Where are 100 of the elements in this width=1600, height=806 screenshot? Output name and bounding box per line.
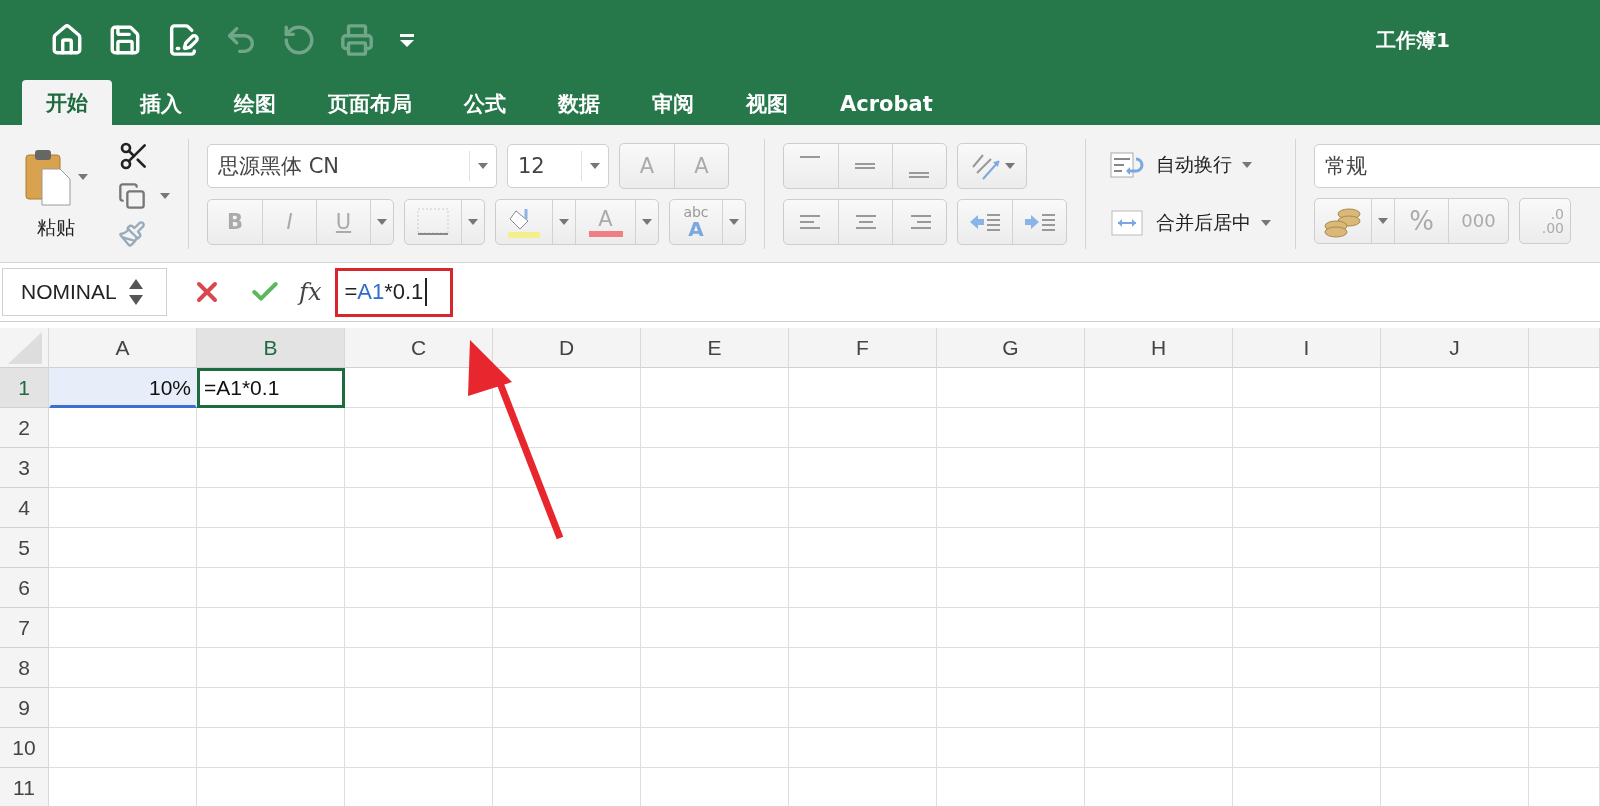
row-header[interactable]: 5: [0, 528, 49, 568]
caret-icon[interactable]: [1261, 219, 1271, 226]
cell[interactable]: [1085, 408, 1233, 448]
column-header[interactable]: J: [1381, 328, 1529, 368]
cell[interactable]: [197, 728, 345, 768]
cell[interactable]: [197, 648, 345, 688]
row-header[interactable]: 11: [0, 768, 49, 806]
cell[interactable]: [789, 448, 937, 488]
cell[interactable]: [1381, 488, 1529, 528]
cell[interactable]: [1529, 488, 1600, 528]
active-cell[interactable]: =A1*0.1: [197, 368, 345, 408]
ribbon-tab[interactable]: 插入: [116, 83, 206, 125]
cell[interactable]: [1529, 688, 1600, 728]
cell[interactable]: [49, 528, 197, 568]
cell[interactable]: [789, 728, 937, 768]
cell[interactable]: [789, 488, 937, 528]
cell[interactable]: [345, 728, 493, 768]
cell[interactable]: [937, 648, 1085, 688]
cell[interactable]: [345, 648, 493, 688]
cell[interactable]: [937, 568, 1085, 608]
cell[interactable]: [789, 528, 937, 568]
cell[interactable]: [1381, 408, 1529, 448]
cell[interactable]: [1085, 528, 1233, 568]
row-header[interactable]: 8: [0, 648, 49, 688]
select-all-corner[interactable]: [0, 328, 49, 368]
cell[interactable]: [641, 448, 789, 488]
cell[interactable]: [1529, 408, 1600, 448]
cell[interactable]: [197, 488, 345, 528]
cell[interactable]: [345, 608, 493, 648]
ribbon-tab[interactable]: 开始: [22, 80, 112, 125]
cell[interactable]: [493, 608, 641, 648]
cell[interactable]: [937, 368, 1085, 408]
cell[interactable]: [1233, 728, 1381, 768]
wrap-text-icon[interactable]: [1110, 150, 1146, 179]
cell[interactable]: [197, 408, 345, 448]
cell[interactable]: [49, 488, 197, 528]
row-header[interactable]: 10: [0, 728, 49, 768]
copy-icon[interactable]: [118, 181, 146, 210]
cell[interactable]: [1085, 448, 1233, 488]
cell[interactable]: [937, 528, 1085, 568]
cell[interactable]: [493, 528, 641, 568]
cell[interactable]: [1529, 448, 1600, 488]
cell[interactable]: [1233, 408, 1381, 448]
caret-icon[interactable]: [78, 173, 88, 180]
cell[interactable]: [641, 728, 789, 768]
cell[interactable]: [1233, 568, 1381, 608]
cell[interactable]: [641, 688, 789, 728]
cell[interactable]: [937, 488, 1085, 528]
row-header[interactable]: 3: [0, 448, 49, 488]
cell[interactable]: [789, 368, 937, 408]
caret-icon[interactable]: [160, 192, 170, 199]
cell[interactable]: [345, 528, 493, 568]
cell[interactable]: [789, 688, 937, 728]
cell[interactable]: [1085, 728, 1233, 768]
row-header[interactable]: 7: [0, 608, 49, 648]
cell[interactable]: [345, 568, 493, 608]
cell[interactable]: [1085, 368, 1233, 408]
caret-icon[interactable]: [559, 218, 569, 225]
cell[interactable]: [1381, 688, 1529, 728]
cell[interactable]: [345, 688, 493, 728]
cell[interactable]: [345, 448, 493, 488]
cell[interactable]: [641, 408, 789, 448]
cell[interactable]: [1085, 688, 1233, 728]
cell[interactable]: [937, 688, 1085, 728]
cell[interactable]: [789, 608, 937, 648]
cell[interactable]: [1085, 608, 1233, 648]
caret-icon[interactable]: [468, 218, 478, 225]
column-header[interactable]: A: [49, 328, 197, 368]
column-header[interactable]: I: [1233, 328, 1381, 368]
row-header[interactable]: 1: [0, 368, 49, 408]
cell[interactable]: [1233, 688, 1381, 728]
cell[interactable]: [345, 488, 493, 528]
cell[interactable]: 10%: [49, 368, 197, 408]
column-header[interactable]: [1529, 328, 1600, 368]
column-header[interactable]: G: [937, 328, 1085, 368]
caret-icon[interactable]: [1005, 162, 1015, 169]
cell[interactable]: [641, 528, 789, 568]
paste-label[interactable]: 粘贴: [37, 214, 75, 241]
cell[interactable]: [641, 488, 789, 528]
paintbrush-icon[interactable]: [118, 219, 146, 248]
ribbon-tab[interactable]: 审阅: [628, 83, 718, 125]
column-header[interactable]: B: [197, 328, 345, 368]
cell[interactable]: [49, 688, 197, 728]
cell[interactable]: [1085, 568, 1233, 608]
cell[interactable]: [1233, 608, 1381, 648]
formula-field[interactable]: =A1*0.1: [344, 278, 428, 306]
caret-icon[interactable]: [478, 162, 488, 169]
cell[interactable]: [493, 728, 641, 768]
cell[interactable]: [1381, 368, 1529, 408]
cell[interactable]: [49, 568, 197, 608]
cell[interactable]: [493, 568, 641, 608]
cell[interactable]: [49, 728, 197, 768]
cell[interactable]: [641, 648, 789, 688]
cell[interactable]: [1381, 528, 1529, 568]
cell[interactable]: [641, 568, 789, 608]
cell[interactable]: [641, 608, 789, 648]
ribbon-tab[interactable]: 页面布局: [304, 83, 436, 125]
home-icon[interactable]: [50, 23, 84, 57]
row-header[interactable]: 4: [0, 488, 49, 528]
number-format-select[interactable]: 常规: [1314, 143, 1600, 188]
